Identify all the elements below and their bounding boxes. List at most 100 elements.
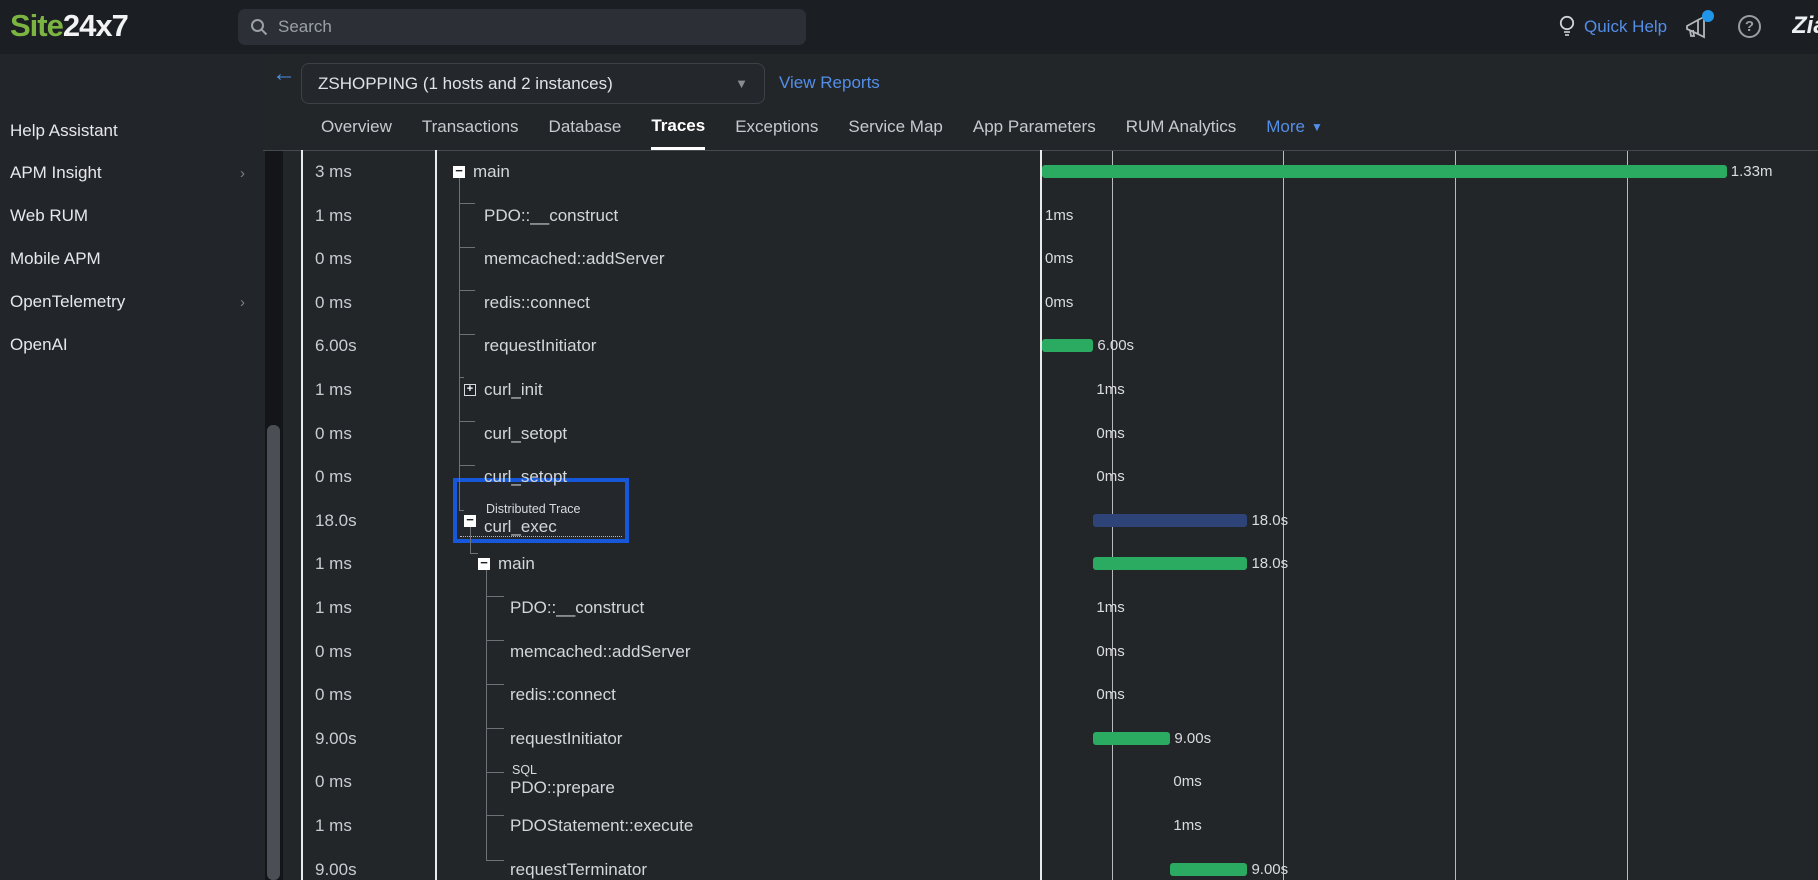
span-name[interactable]: requestTerminator (510, 848, 647, 880)
timeline-value-label: 0ms (1096, 468, 1125, 486)
timeline-bar-blue[interactable] (1093, 513, 1248, 527)
span-duration: 9.00s (315, 728, 357, 748)
tab-rum-analytics[interactable]: RUM Analytics (1126, 104, 1237, 150)
tree-connector-line (459, 168, 460, 511)
sidebar-item-label: Web RUM (10, 206, 89, 225)
span-name[interactable]: memcached::addServer (510, 630, 690, 674)
quick-help-button[interactable]: Quick Help (1558, 15, 1667, 39)
site24x7-logo[interactable]: Site24x7 (10, 8, 129, 44)
tab-service-map[interactable]: Service Map (848, 104, 942, 150)
span-duration: 0 ms (315, 772, 352, 792)
trace-row[interactable]: 0 ms redis::connect 0ms (0, 673, 1818, 717)
chevron-down-icon: ▼ (735, 76, 748, 91)
trace-row[interactable]: 18.0s curl_exec Distributed Trace −18.0s (0, 499, 1818, 543)
trace-row[interactable]: 1 ms PDO::__construct 1ms (0, 194, 1818, 238)
trace-row[interactable]: 1 ms main − 18.0s (0, 542, 1818, 586)
expand-icon[interactable]: + (464, 384, 476, 396)
trace-row[interactable]: 1 ms curl_init +1ms (0, 368, 1818, 412)
application-selector-value: ZSHOPPING (1 hosts and 2 instances) (318, 73, 613, 93)
sidebar-item-web-rum[interactable]: Web RUM (0, 199, 263, 233)
announcements-button[interactable] (1684, 10, 1714, 41)
trace-row[interactable]: 3 ms main − 1.33m (0, 150, 1818, 194)
application-selector-dropdown[interactable]: ZSHOPPING (1 hosts and 2 instances) ▼ (301, 63, 765, 104)
timeline-value-label: 1ms (1173, 817, 1202, 834)
collapse-icon[interactable]: − (478, 556, 490, 571)
span-duration: 18.0s (315, 510, 357, 530)
sidebar-item-help-assistant[interactable]: Help Assistant (0, 114, 263, 148)
span-name[interactable]: requestInitiator (510, 717, 622, 761)
trace-waterfall: 3 ms main −1.33m 1 ms PDO::__construct 1ms 0 m… (0, 150, 1818, 880)
tab-label: More (1266, 117, 1305, 136)
timeline-bar-value: 9.00s (1174, 729, 1212, 747)
timeline-value-label: 0ms (1045, 250, 1074, 268)
tab-label: App Parameters (972, 117, 1096, 136)
zia-logo[interactable]: Zia (1792, 12, 1818, 46)
trace-row[interactable]: 0 ms curl_setopt 0ms (0, 455, 1818, 499)
span-duration: 0 ms (315, 685, 352, 705)
tab-database[interactable]: Database (549, 104, 622, 150)
timeline-bar-green[interactable] (1042, 339, 1094, 353)
trace-row[interactable]: 0 ms memcached::addServer 0ms (0, 237, 1818, 281)
sidebar-item-label: APM Insight (10, 163, 102, 182)
span-name[interactable]: PDOStatement::execute (510, 804, 693, 848)
span-name[interactable]: curl_setopt (484, 412, 567, 456)
span-tag-label: Distributed Trace (486, 501, 581, 516)
view-reports-link[interactable]: View Reports (779, 73, 880, 93)
span-name[interactable]: curl_init (484, 368, 543, 412)
apm-tab-bar: Overview Transactions Database Traces Except… (321, 104, 1323, 150)
tab-exceptions[interactable]: Exceptions (735, 104, 818, 150)
span-name[interactable]: requestInitiator (484, 324, 596, 368)
span-name[interactable]: redis::connect (510, 673, 616, 717)
span-name[interactable]: PDO::__construct (484, 194, 618, 238)
tree-connector-line (459, 377, 464, 378)
tree-connector-line (470, 553, 478, 554)
sidebar-item-openai[interactable]: OpenAI (0, 328, 263, 362)
span-name[interactable]: memcached::addServer (484, 237, 664, 281)
timeline-bar-green[interactable] (1093, 557, 1248, 571)
chevron-right-icon: › (240, 293, 245, 311)
trace-row[interactable]: 0 ms curl_setopt 0ms (0, 412, 1818, 456)
notification-dot (1702, 10, 1714, 22)
trace-row[interactable]: 9.00s requestInitiator 9.00s (0, 717, 1818, 761)
sidebar-item-label: Mobile APM (10, 249, 101, 268)
timeline-bar-green[interactable] (1042, 165, 1727, 178)
collapse-icon[interactable]: − (453, 164, 465, 178)
span-duration: 0 ms (315, 467, 352, 487)
question-mark-icon: ? (1744, 18, 1755, 35)
span-name[interactable]: redis::connect (484, 281, 590, 325)
sidebar-item-mobile-apm[interactable]: Mobile APM (0, 242, 263, 276)
tab-transactions[interactable]: Transactions (422, 104, 519, 150)
sidebar-item-opentelemetry[interactable]: OpenTelemetry › (0, 285, 263, 319)
help-circle-button[interactable]: ? (1738, 15, 1761, 38)
tab-app-parameters[interactable]: App Parameters (973, 104, 1096, 150)
trace-row[interactable]: 0 ms redis::connect 0ms (0, 281, 1818, 325)
tree-connector-line (486, 815, 504, 816)
trace-row[interactable]: 6.00s requestInitiator 6.00s (0, 324, 1818, 368)
timeline-bar-value: 18.0s (1251, 511, 1289, 529)
search-input[interactable] (278, 17, 758, 37)
trace-row[interactable]: 0 ms PDO::prepare SQL 0ms (0, 760, 1818, 804)
collapse-icon[interactable]: − (464, 513, 476, 527)
back-button[interactable]: ← (272, 60, 296, 88)
global-search-bar[interactable] (238, 9, 806, 45)
logo-24x7-text: 24x7 (62, 8, 129, 43)
top-header-bar: Site24x7 Quick Help ? Zia (0, 0, 1818, 54)
timeline-bar-value: 9.00s (1251, 860, 1289, 878)
tree-connector-line (486, 596, 504, 597)
tab-more[interactable]: More ▼ (1266, 104, 1323, 150)
tab-overview[interactable]: Overview (321, 104, 392, 150)
trace-row[interactable]: 1 ms PDO::__construct 1ms (0, 586, 1818, 630)
timeline-bar-green[interactable] (1170, 862, 1248, 876)
span-name[interactable]: curl_setopt (484, 455, 567, 499)
span-name[interactable]: main (498, 542, 535, 586)
trace-row[interactable]: 9.00s requestTerminator 9.00s (0, 848, 1818, 880)
span-name[interactable]: main (473, 150, 510, 194)
trace-row[interactable]: 0 ms memcached::addServer 0ms (0, 630, 1818, 674)
timeline-value-label: 1ms (1096, 381, 1125, 398)
timeline-bar-green[interactable] (1093, 731, 1171, 745)
trace-row[interactable]: 1 ms PDOStatement::execute 1ms (0, 804, 1818, 848)
tab-traces[interactable]: Traces (651, 104, 706, 150)
tree-connector-line (459, 421, 475, 422)
sidebar-item-apm-insight[interactable]: APM Insight › (0, 156, 263, 190)
span-name[interactable]: PDO::__construct (510, 586, 644, 630)
